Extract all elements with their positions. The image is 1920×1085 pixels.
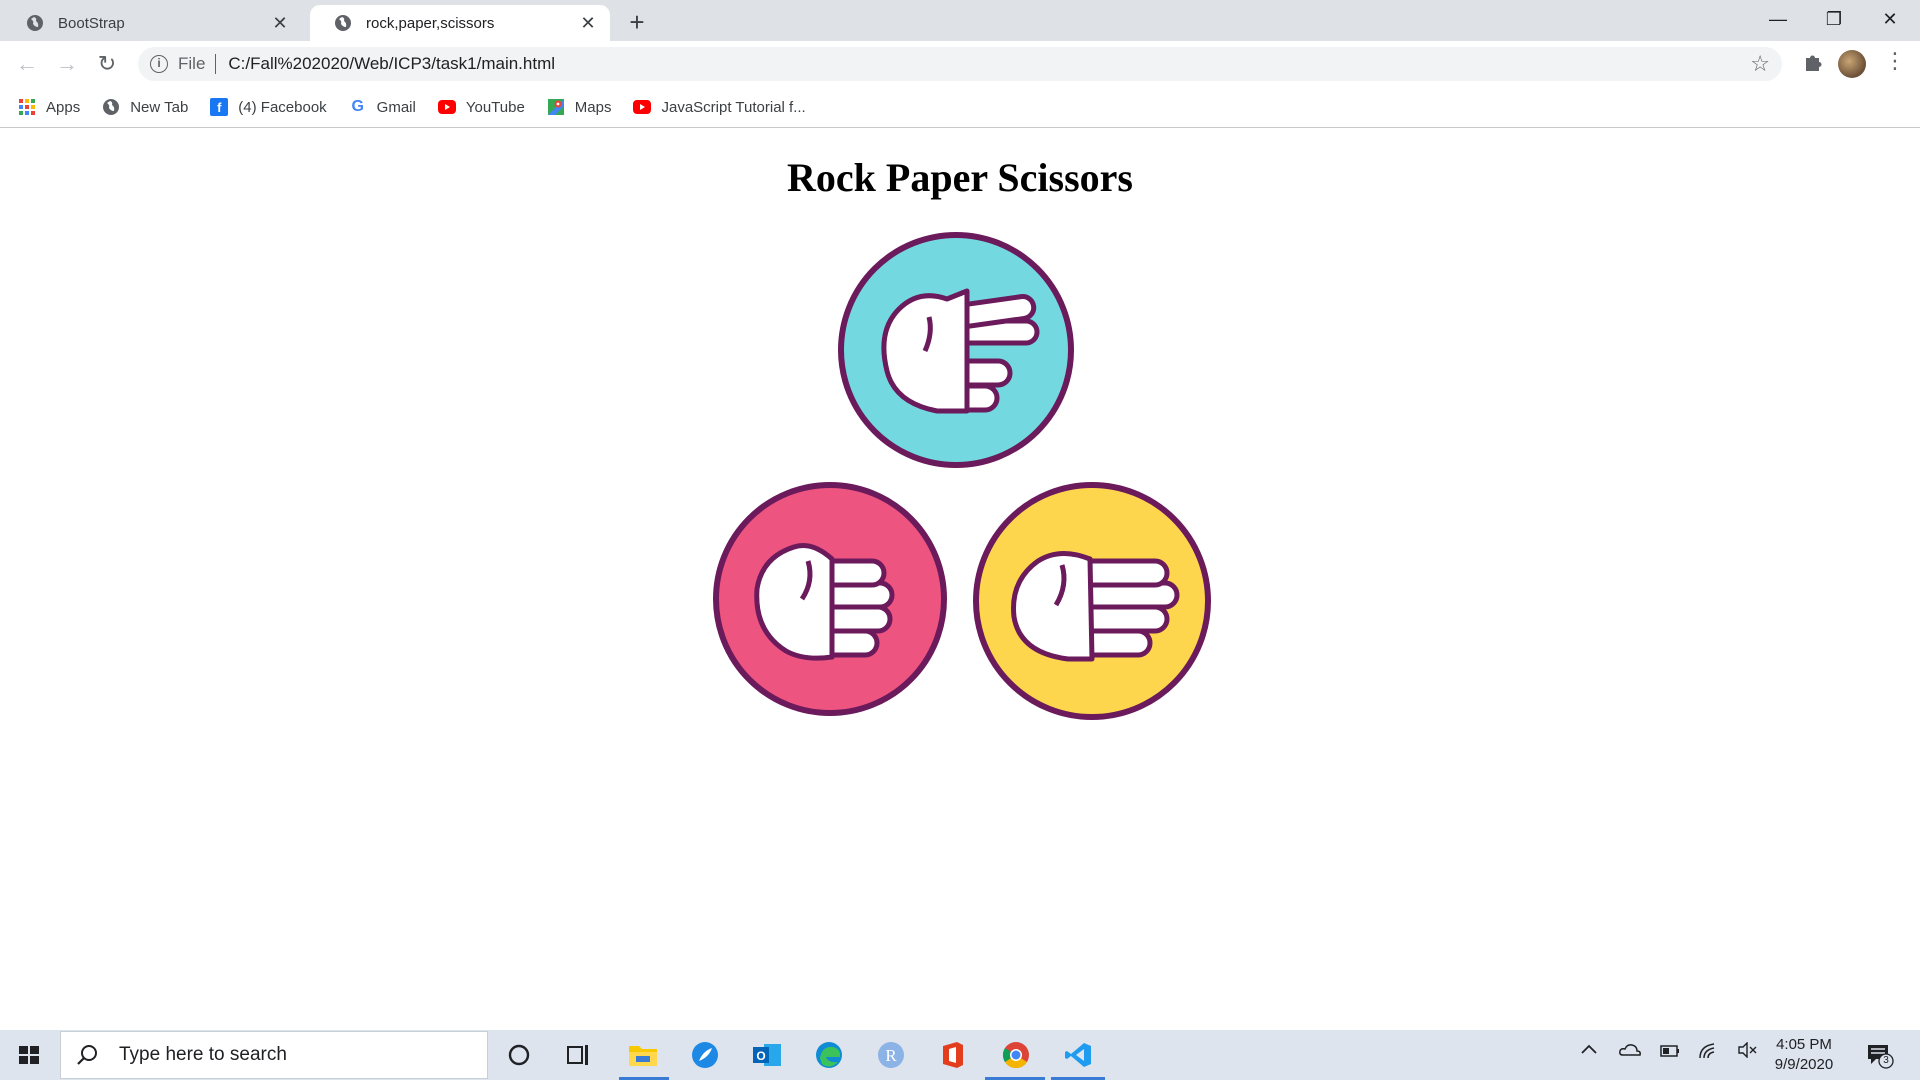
scissors-button[interactable] [837, 231, 1075, 469]
new-tab-button[interactable]: + [622, 8, 652, 38]
search-placeholder: Type here to search [119, 1044, 287, 1065]
office-icon[interactable] [937, 1039, 969, 1071]
minimize-icon[interactable]: — [1750, 0, 1806, 41]
tab-title: BootStrap [58, 14, 125, 32]
svg-text:R: R [885, 1046, 897, 1065]
bookmark-label: JavaScript Tutorial f... [661, 98, 806, 116]
feather-app-icon[interactable] [689, 1039, 721, 1071]
bookmark-label: (4) Facebook [238, 98, 327, 116]
edge-icon[interactable] [813, 1039, 845, 1071]
profile-avatar[interactable] [1838, 50, 1866, 78]
rock-hand-icon [754, 543, 895, 661]
browser-toolbar: ← → ↻ i File C:/Fall%202020/Web/ICP3/tas… [0, 41, 1920, 87]
page-content: Rock Paper Scissors [0, 128, 1920, 1030]
bookmark-youtube[interactable]: YouTube [437, 98, 525, 116]
globe-icon [335, 15, 351, 31]
windows-start-icon[interactable] [0, 1030, 58, 1080]
bookmark-gmail[interactable]: G Gmail [349, 98, 416, 116]
bookmark-label: Maps [574, 98, 612, 116]
tab-title: rock,paper,scissors [366, 14, 495, 32]
paper-button[interactable] [972, 481, 1212, 721]
bookmark-star-icon[interactable]: ☆ [1750, 51, 1770, 77]
reload-icon[interactable]: ↻ [92, 49, 122, 79]
bookmark-maps[interactable]: Maps [547, 98, 612, 116]
chrome-icon[interactable] [1000, 1039, 1032, 1071]
paper-hand-icon [1011, 551, 1180, 662]
battery-icon[interactable] [1658, 1042, 1680, 1063]
bookmark-javascript-tutorial[interactable]: JavaScript Tutorial f... [633, 98, 806, 116]
url-separator [215, 54, 217, 74]
tab-rock-paper-scissors[interactable]: rock,paper,scissors ✕ [310, 5, 610, 41]
clock-date: 9/9/2020 [1774, 1056, 1834, 1073]
url-text: C:/Fall%202020/Web/ICP3/task1/main.html [228, 54, 556, 73]
globe-icon [103, 99, 120, 115]
file-explorer-icon[interactable] [627, 1039, 659, 1071]
bookmark-new-tab[interactable]: New Tab [102, 98, 188, 116]
close-tab-icon[interactable]: ✕ [270, 13, 290, 33]
cortana-icon[interactable] [503, 1039, 535, 1071]
bookmarks-bar: Apps New Tab f (4) Facebook G Gmail YouT… [0, 87, 1920, 128]
extensions-icon[interactable] [1800, 51, 1826, 77]
wifi-icon[interactable] [1698, 1042, 1718, 1065]
onedrive-icon[interactable] [1619, 1042, 1641, 1063]
browser-tab-strip: BootStrap ✕ rock,paper,scissors ✕ + — ❐ … [0, 0, 1920, 41]
outlook-icon[interactable]: O [751, 1039, 783, 1071]
bookmark-label: YouTube [465, 98, 525, 116]
page-title: Rock Paper Scissors [787, 155, 1133, 200]
browser-menu-icon[interactable]: ⋮ [1884, 48, 1906, 74]
r-app-icon[interactable]: R [875, 1039, 907, 1071]
volume-muted-icon[interactable] [1737, 1041, 1757, 1063]
windows-taskbar: Type here to search O R 4:05 PM 9/9/2020… [0, 1030, 1920, 1080]
bookmark-facebook[interactable]: f (4) Facebook [210, 98, 327, 116]
taskbar-search-box[interactable]: Type here to search [60, 1031, 488, 1079]
taskbar-clock[interactable]: 4:05 PM 9/9/2020 [1764, 1035, 1844, 1075]
tab-bootstrap[interactable]: BootStrap ✕ [2, 5, 302, 41]
close-window-icon[interactable]: ✕ [1862, 0, 1918, 41]
info-icon[interactable]: i [150, 55, 168, 73]
url-scheme: File [178, 54, 206, 73]
svg-text:O: O [756, 1049, 765, 1063]
notification-count: 3 [1883, 1055, 1889, 1066]
bookmark-apps[interactable]: Apps [18, 98, 80, 116]
bookmark-label: Gmail [376, 98, 416, 116]
apps-grid-icon [18, 98, 36, 116]
task-view-icon[interactable] [563, 1039, 595, 1071]
facebook-icon: f [210, 98, 229, 116]
address-bar[interactable]: i File C:/Fall%202020/Web/ICP3/task1/mai… [138, 47, 1782, 81]
vscode-icon[interactable] [1062, 1039, 1094, 1071]
youtube-icon [633, 98, 652, 116]
rock-button[interactable] [712, 481, 948, 717]
youtube-icon [437, 98, 456, 116]
bookmark-label: Apps [46, 98, 81, 116]
google-icon: G [351, 98, 364, 115]
maps-icon [547, 98, 565, 116]
search-icon [77, 1045, 97, 1065]
notification-center-icon[interactable]: 3 [1866, 1041, 1894, 1069]
globe-icon [27, 15, 43, 31]
forward-icon[interactable]: → [52, 49, 82, 79]
bookmark-label: New Tab [130, 98, 189, 116]
show-hidden-icons-icon[interactable] [1580, 1042, 1598, 1061]
clock-time: 4:05 PM [1776, 1036, 1832, 1053]
restore-icon[interactable]: ❐ [1806, 0, 1862, 41]
close-tab-icon[interactable]: ✕ [578, 13, 598, 33]
back-icon[interactable]: ← [12, 49, 42, 79]
